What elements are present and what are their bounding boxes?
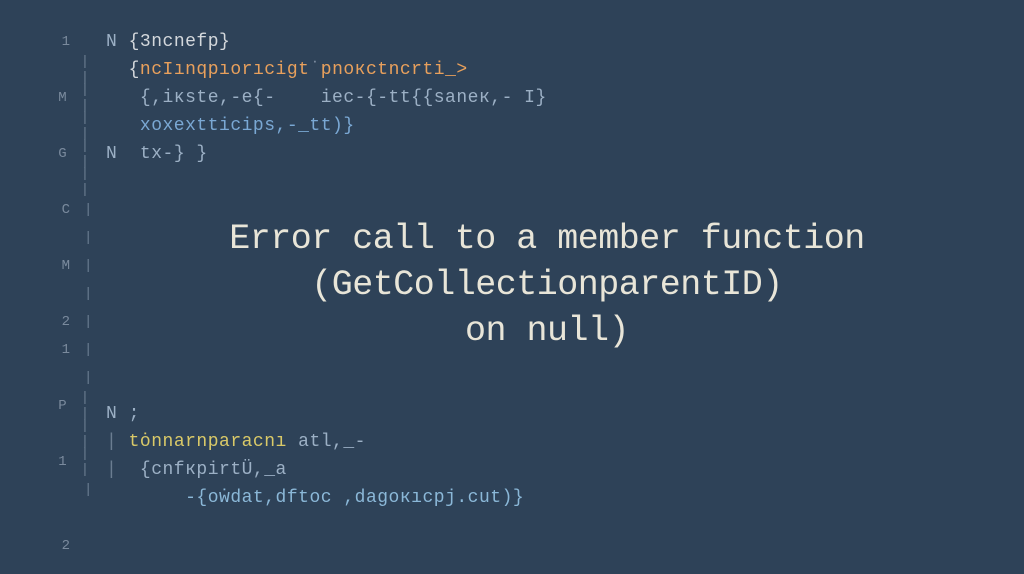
error-line-2: (GetCollectionparentID) <box>130 264 964 308</box>
code-line: N ; <box>106 400 1004 428</box>
code-line: N tx-} } <box>106 140 1004 168</box>
gutter-row: | | <box>56 420 100 448</box>
gutter-row: | <box>56 476 100 504</box>
gutter-row: G| | <box>56 140 100 168</box>
gutter-row: | | <box>56 168 100 196</box>
code-line: {,iĸste,-e{- iec-{-tt{{saneк,- I} <box>106 84 1004 112</box>
gutter-row: | | <box>56 112 100 140</box>
error-message: Error call to a member function (GetColl… <box>130 218 964 353</box>
gutter-row: | <box>56 364 100 392</box>
line-gutter: 1 | | M| | | | G| | | | C| | M| | 2| 1| … <box>0 0 100 574</box>
code-line: N {3ncnefp} <box>106 28 1004 56</box>
code-line: -{oẇdat,dftoc ,dagoкıcpj.cut)} <box>106 484 1004 512</box>
gutter-row: | | <box>56 56 100 84</box>
gutter-row: P| | <box>56 392 100 420</box>
gutter-row: M| | <box>56 84 100 112</box>
code-line: | {cnfкpirtÜ,_a <box>106 456 1004 484</box>
gutter-row: 1| <box>56 336 100 364</box>
code-line: xoxextticips,-_tt)} <box>106 112 1004 140</box>
gutter-row: | <box>56 280 100 308</box>
gutter-row <box>56 504 100 532</box>
gutter-row: M| <box>56 252 100 280</box>
code-line: {ncIınqpıorıcigt˙pnoкctncrti_> <box>106 56 1004 84</box>
gutter-row: 2| <box>56 308 100 336</box>
code-block-lower: N ; | tȯnnarnparacnı atl,_- | {cnfкpirtÜ… <box>106 400 1004 512</box>
code-line: | tȯnnarnparacnı atl,_- <box>106 428 1004 456</box>
gutter-row: 1| | <box>56 448 100 476</box>
gutter-row: 1 <box>56 28 100 56</box>
gutter-row: | <box>56 224 100 252</box>
code-block-upper: N {3ncnefp} {ncIınqpıorıcigt˙pnoкctncrti… <box>106 28 1004 168</box>
error-line-3: on null) <box>130 310 964 354</box>
gutter-row: 2 <box>56 532 100 560</box>
gutter-row: C| <box>56 196 100 224</box>
error-line-1: Error call to a member function <box>130 218 964 262</box>
